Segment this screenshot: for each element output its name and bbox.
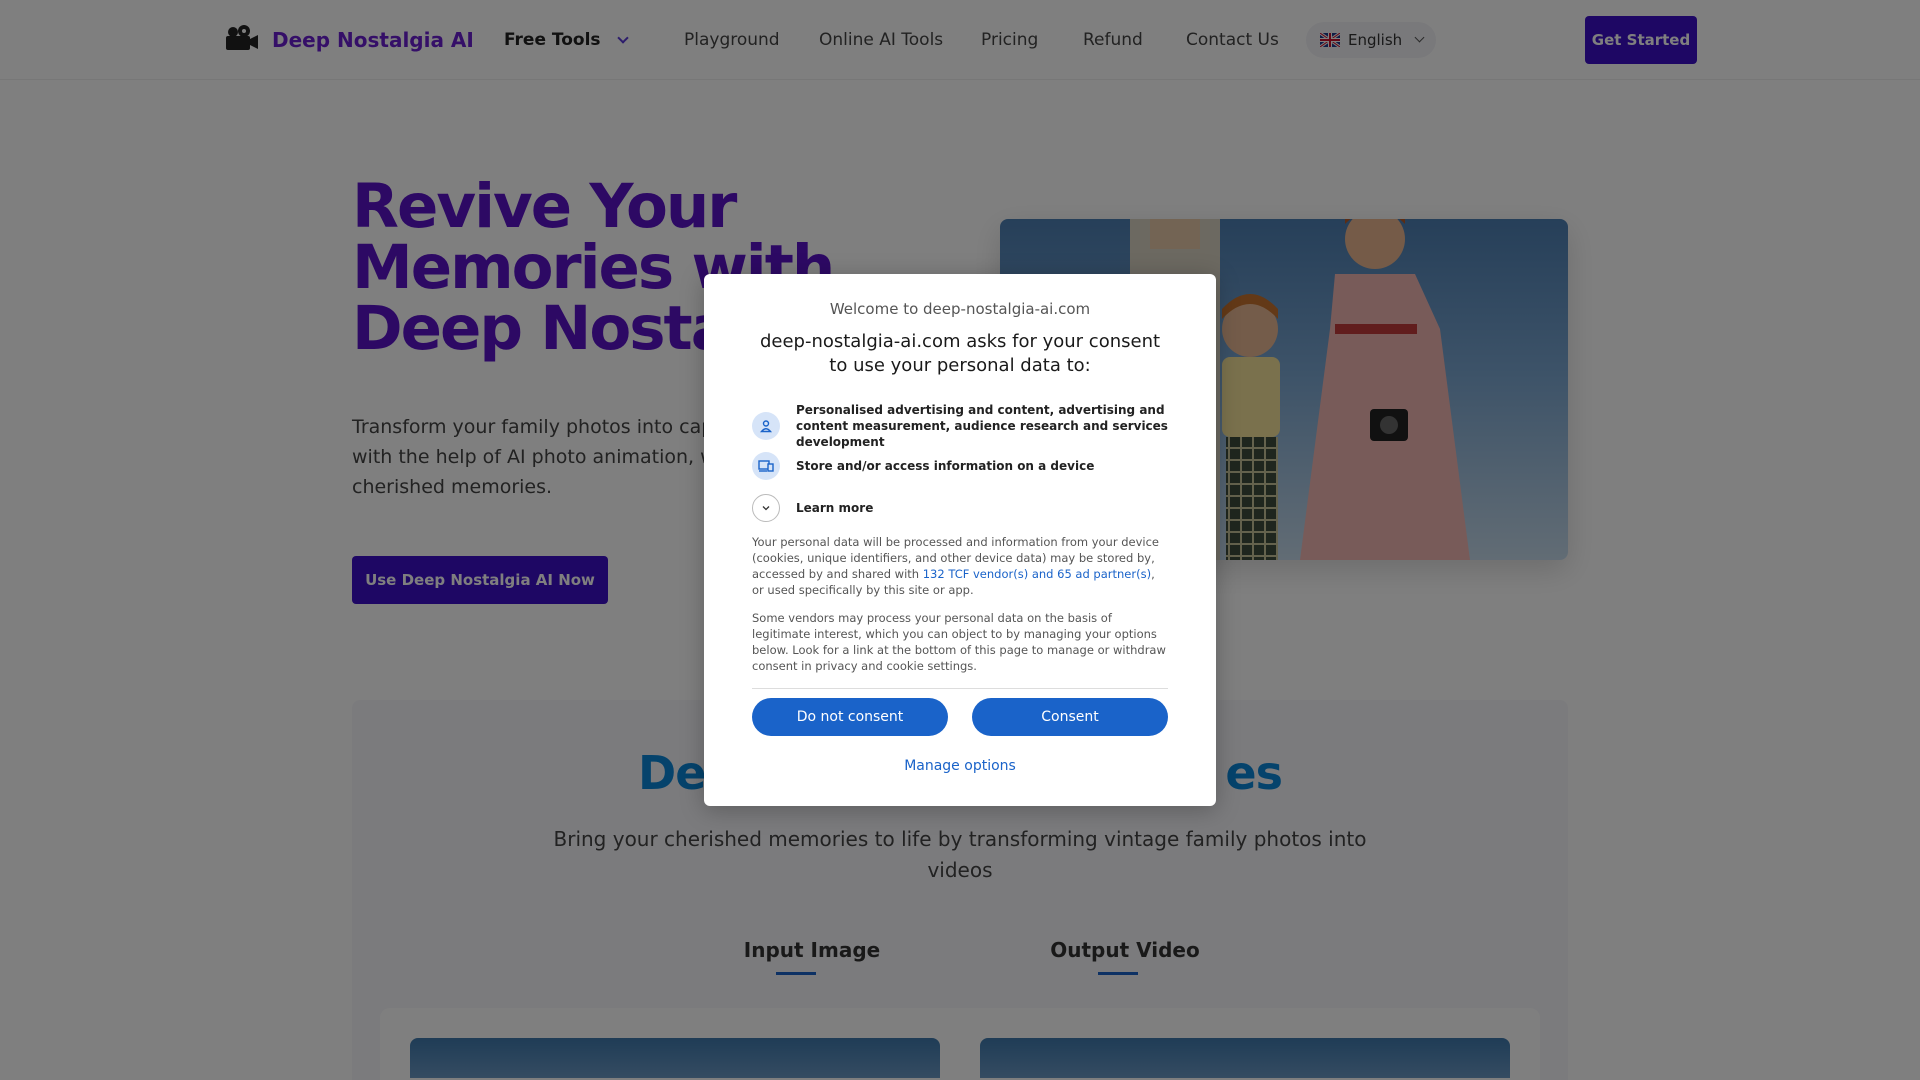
- consent-paragraph-2: Some vendors may process your personal d…: [752, 611, 1166, 673]
- purpose-advertising-text: Personalised advertising and content, ad…: [796, 403, 1168, 449]
- vendors-link[interactable]: 132 TCF vendor(s) and 65 ad partner(s): [923, 567, 1151, 581]
- purpose-store-access: Store and/or access information on a dev…: [752, 452, 1172, 480]
- learn-more-label: Learn more: [796, 501, 874, 515]
- person-icon: [752, 412, 780, 440]
- divider: [752, 688, 1168, 689]
- learn-more-toggle[interactable]: Learn more: [752, 494, 1172, 522]
- manage-options-link[interactable]: Manage options: [704, 758, 1216, 774]
- devices-icon: [752, 452, 780, 480]
- chevron-down-icon: [752, 494, 780, 522]
- consent-heading: deep-nostalgia-ai.com asks for your cons…: [759, 331, 1161, 376]
- consent-dialog: Welcome to deep-nostalgia-ai.com deep-no…: [704, 274, 1216, 806]
- purpose-advertising: Personalised advertising and content, ad…: [752, 402, 1172, 450]
- do-not-consent-button[interactable]: Do not consent: [752, 698, 948, 736]
- purpose-store-access-text: Store and/or access information on a dev…: [796, 459, 1095, 473]
- consent-paragraph-1: Your personal data will be processed and…: [752, 534, 1170, 598]
- consent-welcome: Welcome to deep-nostalgia-ai.com: [829, 300, 1091, 318]
- consent-button[interactable]: Consent: [972, 698, 1168, 736]
